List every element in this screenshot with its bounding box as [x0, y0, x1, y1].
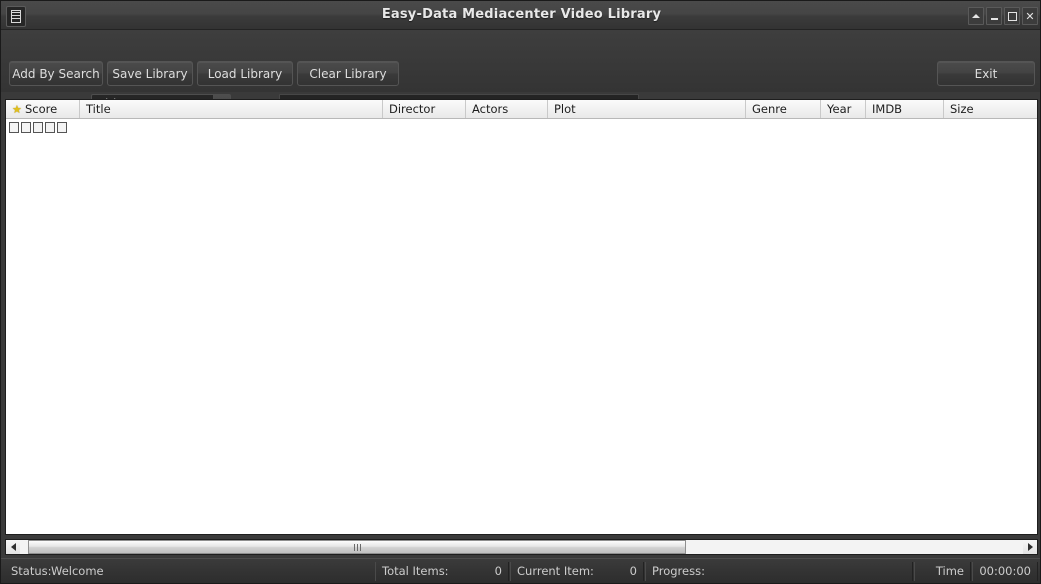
- scroll-right-arrow-icon[interactable]: [1023, 540, 1037, 554]
- close-icon: ✕: [1025, 9, 1035, 23]
- column-header-label: Genre: [752, 102, 787, 116]
- status-bar: Status: Welcome Total Items: 0 Current I…: [1, 558, 1040, 583]
- table-header: ★ Score Title Director Actors Plot Genre Year IM…: [6, 100, 1037, 119]
- column-header-imdb[interactable]: IMDB: [866, 100, 944, 118]
- column-header-label: Title: [86, 102, 111, 116]
- time-value: 00:00:00: [972, 562, 1038, 581]
- column-header-genre[interactable]: Genre: [746, 100, 821, 118]
- column-header-label: Actors: [472, 102, 509, 116]
- title-bar: Easy-Data Mediacenter Video Library ✕: [1, 1, 1040, 30]
- maximize-button[interactable]: [1004, 7, 1020, 25]
- video-library-list[interactable]: ★ Score Title Director Actors Plot Genre Year IM…: [5, 99, 1038, 535]
- add-by-search-button[interactable]: Add By Search: [9, 61, 103, 86]
- scrollbar-track[interactable]: [20, 540, 1023, 554]
- progress-label: Progress:: [645, 562, 913, 581]
- column-header-actors[interactable]: Actors: [466, 100, 548, 118]
- grip-line: [353, 543, 355, 551]
- rating-boxes-row[interactable]: [6, 119, 1037, 133]
- column-header-director[interactable]: Director: [383, 100, 466, 118]
- grip-line: [356, 543, 358, 551]
- horizontal-scrollbar[interactable]: [5, 539, 1038, 555]
- time-label: Time: [914, 562, 971, 581]
- rating-box[interactable]: [21, 122, 31, 133]
- column-header-title[interactable]: Title: [80, 100, 383, 118]
- column-header-score[interactable]: ★ Score: [6, 100, 80, 118]
- current-item-value: 0: [596, 562, 644, 581]
- minimize-icon: [990, 17, 998, 20]
- star-icon: ★: [12, 102, 22, 116]
- rating-box[interactable]: [33, 122, 43, 133]
- scrollbar-thumb[interactable]: [28, 540, 686, 554]
- column-header-size[interactable]: Size: [944, 100, 1037, 118]
- window-controls: ✕: [968, 7, 1038, 25]
- close-button[interactable]: ✕: [1022, 7, 1038, 25]
- minimize-button[interactable]: [986, 7, 1002, 25]
- status-value: Welcome: [51, 564, 104, 578]
- toolbar: Add By Search Save Library Load Library …: [1, 30, 1040, 116]
- load-library-button[interactable]: Load Library: [197, 61, 293, 86]
- rating-box[interactable]: [57, 122, 67, 133]
- application-window: Easy-Data Mediacenter Video Library ✕ Ad…: [0, 0, 1041, 584]
- column-header-label: Year: [827, 102, 852, 116]
- scroll-left-arrow-icon[interactable]: [6, 540, 20, 554]
- column-header-label: IMDB: [872, 102, 903, 116]
- column-header-label: Size: [950, 102, 974, 116]
- window-title: Easy-Data Mediacenter Video Library: [381, 7, 662, 22]
- exit-button[interactable]: Exit: [937, 61, 1035, 86]
- column-header-label: Director: [389, 102, 436, 116]
- clear-library-button[interactable]: Clear Library: [297, 61, 399, 86]
- column-header-label: Score: [25, 102, 58, 116]
- save-library-button[interactable]: Save Library: [107, 61, 193, 86]
- column-header-year[interactable]: Year: [821, 100, 866, 118]
- column-header-plot[interactable]: Plot: [548, 100, 746, 118]
- grip-line: [359, 543, 361, 551]
- rating-box[interactable]: [9, 122, 19, 133]
- up-triangle-icon: [972, 14, 980, 18]
- rating-box[interactable]: [45, 122, 55, 133]
- total-items-value: 0: [461, 562, 509, 581]
- column-header-label: Plot: [554, 102, 576, 116]
- rollup-button[interactable]: [968, 7, 984, 25]
- maximize-icon: [1007, 11, 1017, 21]
